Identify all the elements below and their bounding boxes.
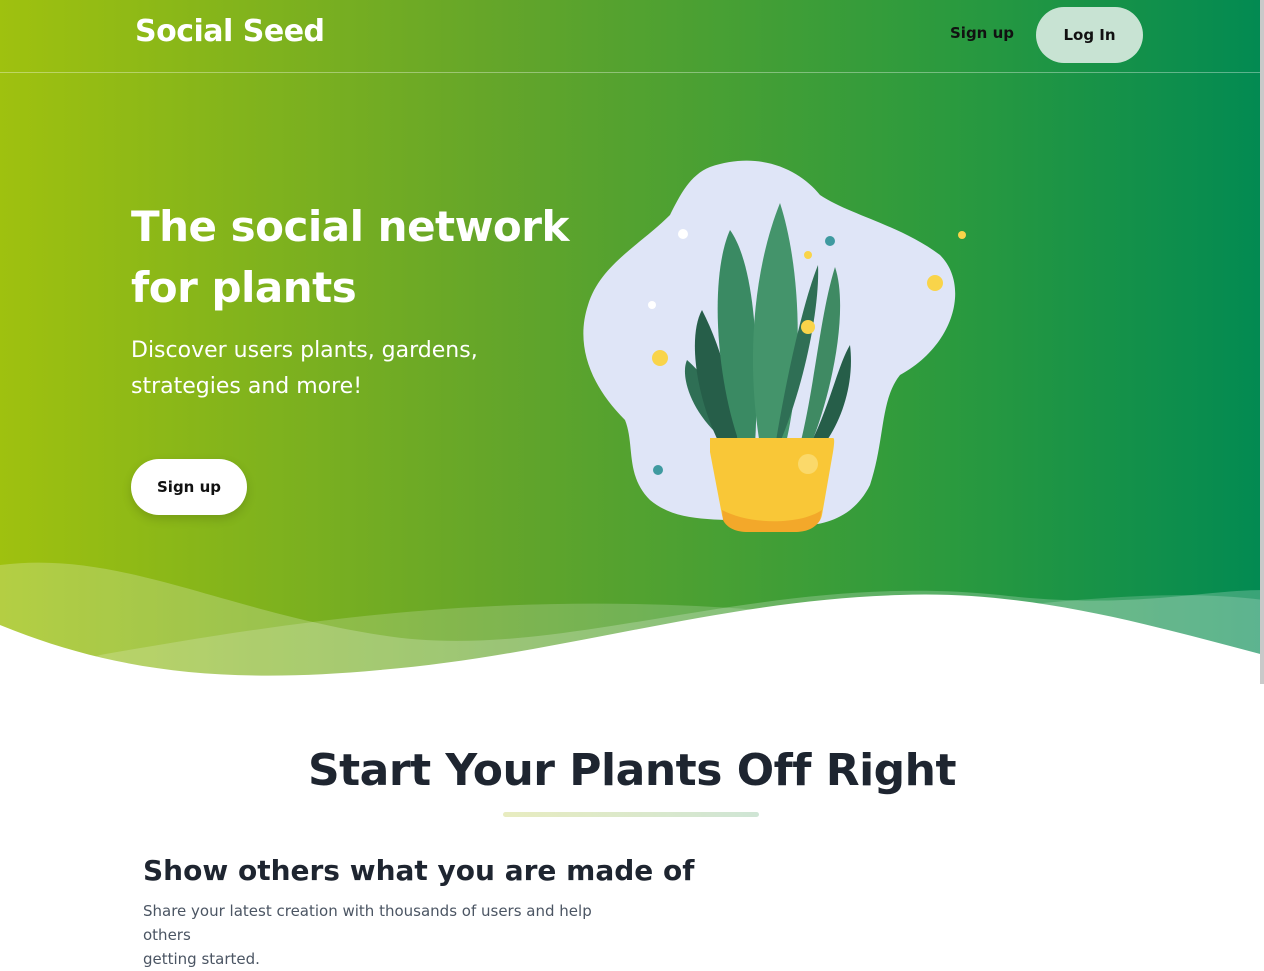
nav-signup-link[interactable]: Sign up [935, 24, 1029, 42]
section-divider [503, 812, 759, 817]
section-title: Start Your Plants Off Right [307, 745, 957, 796]
hero-headline-line1: The social network [131, 202, 569, 251]
hero-section: Social Seed Sign up Log In The social ne… [0, 0, 1264, 690]
hero-subtext-line2: strategies and more! [131, 374, 363, 399]
top-navbar: Social Seed Sign up Log In [0, 0, 1264, 73]
hero-wave-decoration [0, 562, 1264, 690]
site-logo[interactable]: Social Seed [135, 14, 325, 49]
login-button[interactable]: Log In [1036, 7, 1143, 63]
hero-headline: The social network for plants [131, 196, 571, 318]
page-scrollbar[interactable] [1260, 0, 1264, 684]
hero-subtext-line1: Discover users plants, gardens, [131, 338, 478, 363]
feature-title: Show others what you are made of [143, 854, 695, 887]
hero-subtext: Discover users plants, gardens, strategi… [131, 333, 491, 405]
feature-description-line2: getting started. [143, 950, 260, 968]
hero-headline-line2: for plants [131, 263, 357, 312]
hero-signup-button[interactable]: Sign up [131, 459, 247, 515]
feature-description: Share your latest creation with thousand… [143, 899, 613, 971]
feature-description-line1: Share your latest creation with thousand… [143, 902, 592, 944]
potted-plant-illustration [583, 160, 966, 532]
